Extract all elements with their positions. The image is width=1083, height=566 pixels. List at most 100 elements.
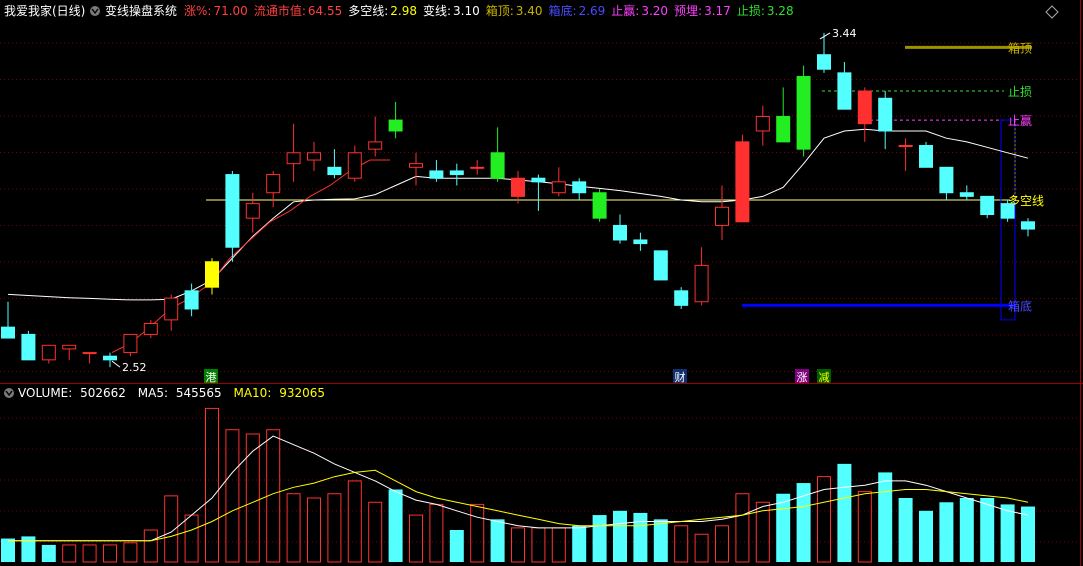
- volume-bar: [103, 544, 117, 563]
- candle: [225, 174, 240, 248]
- candle: [592, 192, 607, 219]
- candle: [878, 97, 893, 132]
- volume-bar: [286, 493, 301, 563]
- stock-name: 我爱我家(日线): [4, 3, 85, 18]
- candle: [572, 181, 587, 194]
- volume-bar: [674, 525, 689, 563]
- stop-loss-label: 止损: [1008, 85, 1032, 99]
- volume-label: VOLUME:: [18, 386, 72, 400]
- volume-bar: [796, 483, 811, 562]
- volume-bar: [490, 519, 505, 562]
- price-grid: [0, 42, 1080, 543]
- header: 我爱我家(日线) 变线操盘系统 涨%: 71.00 流通市值: 64.55 多空线: 2.…: [4, 3, 1059, 19]
- candle: [755, 115, 770, 132]
- candle: [674, 290, 689, 306]
- marker-label: 减: [819, 371, 830, 384]
- volume-bar: [959, 498, 974, 562]
- candle: [715, 206, 729, 226]
- candle: [796, 75, 811, 150]
- low-price-label: 2.52: [122, 361, 147, 374]
- volume-bar: [205, 407, 219, 563]
- volume-bar: [980, 498, 995, 562]
- candle: [633, 239, 648, 245]
- box-bottom-label: 箱底: [1008, 298, 1032, 313]
- volume-bar: [653, 519, 668, 562]
- volume-bar: [1, 538, 15, 562]
- volume-bar: [409, 514, 423, 563]
- volume-bar: [776, 493, 791, 562]
- indicator-label: 止赢:: [611, 3, 639, 18]
- indicator-value: 71.00: [213, 4, 247, 18]
- indicator-label: 涨%:: [184, 3, 211, 18]
- volume-bar: [592, 515, 607, 562]
- volume-bar: [919, 510, 933, 562]
- dropdown-icon[interactable]: [90, 6, 100, 16]
- low-pointer: [111, 360, 121, 368]
- indicator-value: 3.17: [704, 4, 731, 18]
- marker-label: 财: [675, 370, 686, 384]
- candle: [551, 181, 566, 194]
- volume-bar: [694, 533, 709, 563]
- volume-bar: [551, 527, 566, 563]
- candle: [327, 166, 342, 176]
- candle: [1, 326, 15, 339]
- volume-ma-lines: [8, 435, 1029, 542]
- candle: [347, 152, 362, 179]
- candle: [62, 344, 77, 350]
- candle: [143, 323, 158, 335]
- volume-bar: [123, 542, 138, 563]
- price-levels: 箱顶止损止赢多空线箱底: [206, 40, 1044, 321]
- candle: [919, 145, 933, 168]
- candle: [470, 166, 485, 169]
- candle: [429, 170, 444, 179]
- candle: [286, 152, 301, 165]
- volume-bar: [939, 502, 954, 562]
- volume-bar: [184, 514, 199, 563]
- volume-bar: [531, 527, 546, 563]
- marker-label: 港: [206, 371, 217, 384]
- candle: [21, 333, 36, 361]
- volume-dropdown-icon[interactable]: [4, 388, 14, 398]
- indicator-label: 流通市值:: [254, 3, 306, 18]
- indicator-value: 64.55: [308, 4, 342, 18]
- candle: [939, 166, 954, 194]
- box-top-label: 箱顶: [1008, 40, 1032, 55]
- volume-bar: [449, 530, 464, 562]
- candle: [82, 352, 97, 355]
- indicator-value: 3.20: [641, 4, 668, 18]
- candle: [266, 174, 281, 194]
- marker-label: 涨: [797, 371, 808, 384]
- volume-bar: [735, 493, 750, 563]
- volume-bar: [429, 503, 444, 563]
- indicator-value: 2.98: [390, 4, 417, 18]
- candle: [653, 250, 668, 281]
- volume-ma5-line: [8, 435, 1029, 542]
- indicator-value: 3.40: [516, 4, 543, 18]
- indicator-label: 预埋:: [674, 4, 702, 18]
- volume-bar: [307, 497, 321, 563]
- volume-header: VOLUME: 502662 MA5: 545565 MA10: 932065: [4, 386, 325, 400]
- candle: [980, 195, 995, 216]
- right-border: [1080, 0, 1081, 566]
- candle: [123, 333, 138, 354]
- volume-ma10-line: [8, 469, 1029, 542]
- diamond-icon[interactable]: [1045, 5, 1059, 19]
- candle: [776, 115, 791, 143]
- volume-bar: [715, 525, 729, 563]
- volume-bar: [327, 493, 342, 563]
- candle: [898, 145, 913, 148]
- volume-bar: [857, 491, 872, 563]
- indicator-label: 变线:: [423, 3, 451, 18]
- ma5-label: MA5:: [138, 386, 168, 400]
- volume-bar: [41, 544, 56, 562]
- volume-bar: [82, 544, 97, 563]
- volume-bar: [633, 512, 648, 562]
- volume-bar: [470, 503, 485, 563]
- candle: [409, 163, 423, 168]
- volume-bar: [511, 527, 525, 563]
- candle: [164, 297, 179, 321]
- candle: [857, 90, 872, 125]
- ma10-value: 932065: [279, 386, 325, 400]
- pane-divider: [0, 383, 1083, 384]
- volume-bar: [1000, 504, 1015, 562]
